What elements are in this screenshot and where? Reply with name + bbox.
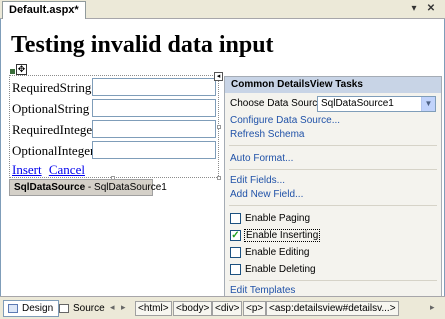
field-label: RequiredString — [12, 80, 92, 95]
refresh-schema-link[interactable]: Refresh Schema — [230, 129, 304, 140]
enable-paging-checkbox[interactable] — [230, 213, 241, 224]
field-label: OptionalString — [12, 101, 90, 116]
breadcrumb-body[interactable]: <body> — [173, 301, 213, 316]
add-new-field-link[interactable]: Add New Field... — [230, 189, 303, 200]
choose-data-source-label: Choose Data Source: — [230, 98, 326, 109]
smart-tag-arrow-icon[interactable]: ◂ — [214, 72, 223, 81]
checkmark-icon: ✓ — [231, 230, 240, 241]
chevron-down-icon[interactable]: ▼ — [421, 97, 435, 111]
enable-editing-label[interactable]: Enable Editing — [245, 247, 310, 258]
data-source-select[interactable]: SqlDataSource1 ▼ — [317, 96, 436, 112]
element-glyph-icon — [10, 69, 15, 74]
divider — [229, 280, 437, 281]
optional-string-input[interactable] — [92, 99, 216, 117]
design-view-icon — [8, 304, 18, 313]
datasource-separator: - — [85, 182, 95, 193]
tasks-panel-title: Common DetailsView Tasks — [225, 77, 441, 93]
page-heading: Testing invalid data input — [11, 32, 274, 58]
breadcrumb-html[interactable]: <html> — [135, 301, 172, 316]
required-integer-input[interactable] — [92, 120, 216, 138]
move-handle-icon[interactable]: ✥ — [16, 64, 27, 75]
enable-inserting-checkbox[interactable]: ✓ — [230, 230, 241, 241]
insert-link[interactable]: Insert — [12, 162, 42, 177]
document-tab[interactable]: Default.aspx* — [2, 1, 86, 19]
document-tab-strip: Default.aspx* ▾ ✕ — [0, 0, 445, 19]
design-view-label: Design — [22, 303, 54, 314]
required-string-input[interactable] — [92, 78, 216, 96]
divider — [229, 145, 437, 146]
divider — [229, 169, 437, 170]
source-view-button[interactable]: Source — [54, 300, 111, 317]
close-tab-icon[interactable]: ✕ — [425, 3, 437, 15]
design-view-button[interactable]: Design — [3, 300, 60, 317]
enable-inserting-label[interactable]: Enable Inserting — [243, 229, 321, 242]
configure-data-source-link[interactable]: Configure Data Source... — [230, 115, 340, 126]
source-view-label: Source — [73, 303, 105, 314]
breadcrumb-p[interactable]: <p> — [243, 301, 267, 316]
tab-list-arrow-icon[interactable]: ▾ — [408, 3, 420, 15]
field-label: OptionalInteger — [12, 143, 95, 158]
divider — [229, 205, 437, 206]
enable-deleting-checkbox[interactable] — [230, 264, 241, 275]
enable-deleting-label[interactable]: Enable Deleting — [245, 264, 316, 275]
edit-fields-link[interactable]: Edit Fields... — [230, 175, 285, 186]
enable-paging-label[interactable]: Enable Paging — [245, 213, 310, 224]
chevron-left-icon[interactable]: ◂ — [110, 302, 115, 313]
form-row: OptionalInteger — [12, 141, 217, 162]
detailsview-control[interactable]: RequiredString OptionalString RequiredIn… — [9, 75, 219, 178]
resize-handle[interactable] — [217, 176, 221, 180]
optional-integer-input[interactable] — [92, 141, 216, 159]
source-view-icon — [59, 304, 69, 313]
datasource-type: SqlDataSource — [14, 182, 86, 193]
detailsview-tasks-panel: Common DetailsView Tasks Choose Data Sou… — [224, 76, 442, 298]
enable-editing-checkbox[interactable] — [230, 247, 241, 258]
form-row: RequiredInteger — [12, 120, 217, 141]
datasource-id: SqlDataSource1 — [94, 182, 167, 193]
resize-handle[interactable] — [217, 125, 221, 129]
form-command-links: Insert Cancel — [12, 162, 89, 178]
auto-format-link[interactable]: Auto Format... — [230, 153, 293, 164]
form-row: RequiredString — [12, 78, 217, 99]
breadcrumb-div[interactable]: <div> — [212, 301, 243, 316]
data-source-value: SqlDataSource1 — [321, 98, 394, 109]
edit-templates-link[interactable]: Edit Templates — [230, 285, 295, 296]
chevron-right-icon[interactable]: ▸ — [430, 302, 435, 313]
sqldatasource-control[interactable]: SqlDataSource - SqlDataSource1 — [9, 179, 167, 196]
breadcrumb-detailsview[interactable]: <asp:detailsview#detailsv...> — [266, 301, 399, 316]
field-label: RequiredInteger — [12, 122, 97, 137]
chevron-right-icon[interactable]: ▸ — [121, 302, 126, 313]
view-bar: Design Source ◂ ▸ <html> <body> <div> <p… — [0, 296, 445, 319]
cancel-link[interactable]: Cancel — [49, 162, 85, 177]
form-row: OptionalString — [12, 99, 217, 120]
